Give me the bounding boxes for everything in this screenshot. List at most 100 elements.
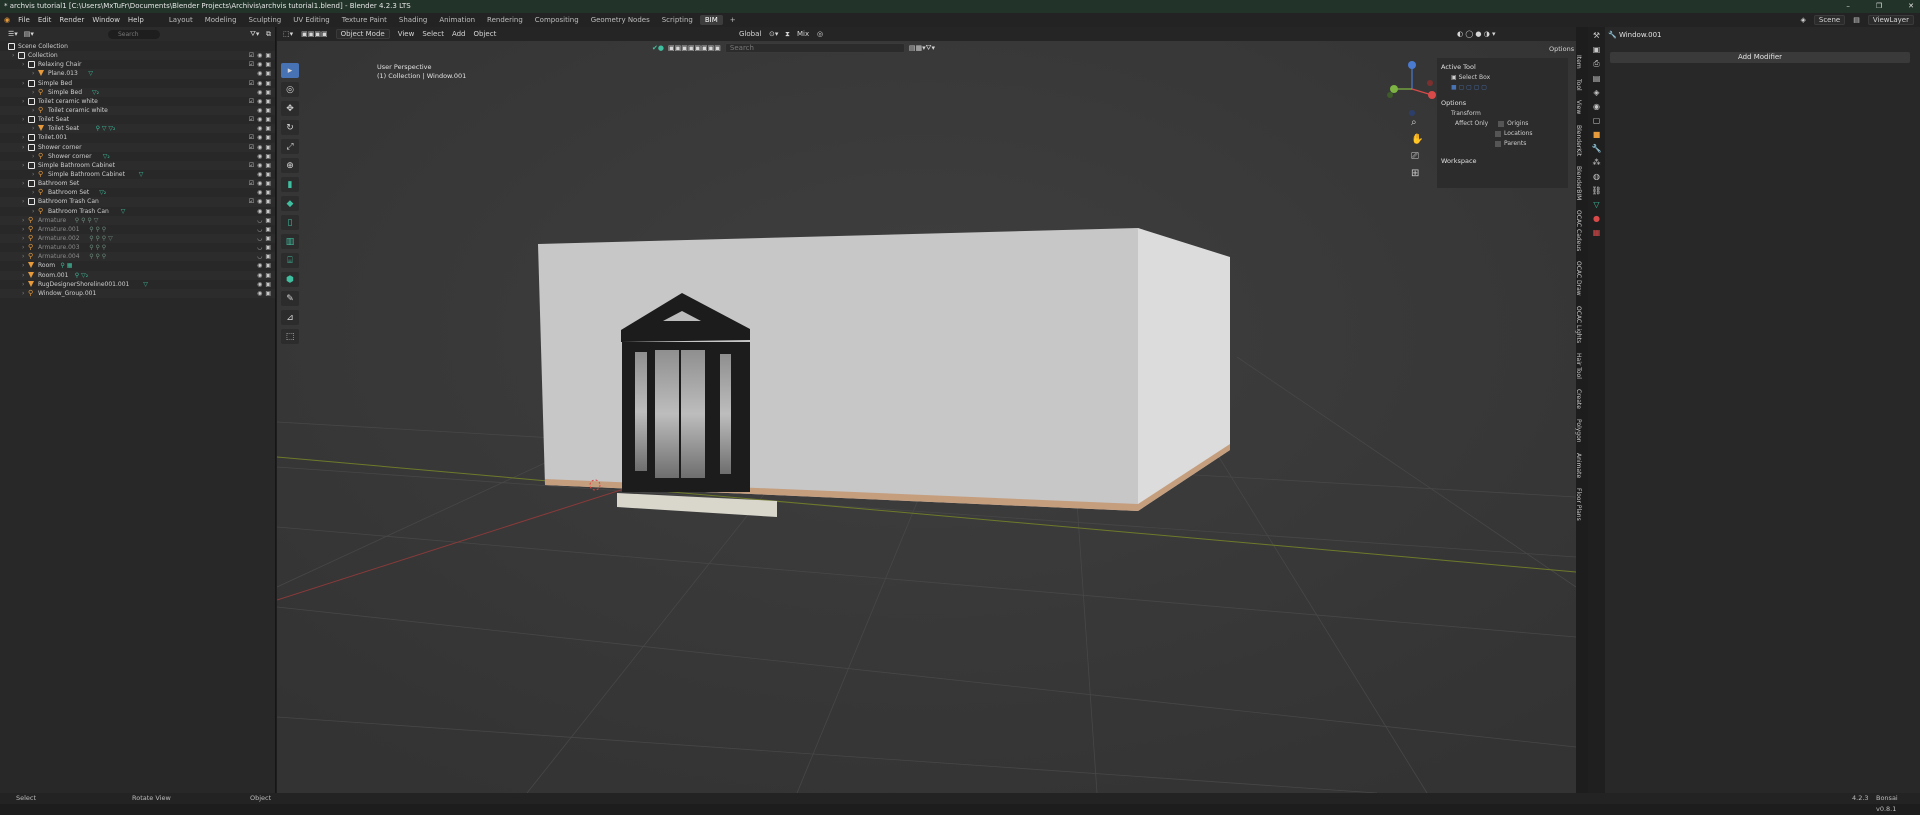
proportional-edit-icon[interactable]: ◎ — [817, 30, 823, 38]
camera-render-icon[interactable]: ▣ — [265, 179, 271, 188]
exclude-checkbox-icon[interactable]: ☑ — [249, 179, 254, 188]
eye-icon[interactable]: ◉ — [257, 179, 262, 188]
outliner-row[interactable]: › ⚲ Bathroom Trash Can ▽ ◉ ▣ — [0, 207, 275, 216]
transform-orientation-selector[interactable]: Global — [739, 30, 761, 38]
camera-render-icon[interactable]: ▣ — [265, 225, 271, 234]
tab-animation[interactable]: Animation — [434, 15, 480, 25]
eye-icon[interactable]: ◉ — [257, 143, 262, 152]
npanel-tab-ocac-lights[interactable]: OCAC Lights — [1575, 306, 1582, 343]
minimize-button[interactable]: – — [1846, 0, 1850, 13]
editor-type-icon[interactable]: ☰▾ — [8, 30, 18, 38]
shading-mode-selector[interactable]: Mix — [797, 30, 809, 38]
tab-shading[interactable]: Shading — [394, 15, 432, 25]
tab-bim[interactable]: BIM — [699, 15, 723, 25]
bim-icons[interactable]: ▣▣▣▣▣▣▣▣ — [668, 44, 721, 52]
locations-checkbox[interactable] — [1495, 130, 1501, 137]
physics-props-icon[interactable]: ◍ — [1593, 172, 1600, 181]
eye-icon[interactable]: ◉ — [257, 161, 262, 170]
menu-edit[interactable]: Edit — [38, 16, 52, 24]
menu-object[interactable]: Object — [474, 30, 497, 38]
menu-view[interactable]: View — [398, 30, 415, 38]
camera-icon[interactable]: ⎚ — [1411, 151, 1423, 162]
menu-window[interactable]: Window — [92, 16, 120, 24]
move-tool-icon[interactable]: ✥ — [281, 101, 299, 116]
camera-render-icon[interactable]: ▣ — [265, 124, 271, 133]
eye-icon[interactable]: ◉ — [257, 88, 262, 97]
eye-icon[interactable]: ◉ — [257, 271, 262, 280]
camera-render-icon[interactable]: ▣ — [265, 188, 271, 197]
camera-render-icon[interactable]: ▣ — [265, 197, 271, 206]
outliner-row[interactable]: › ⚲ Simple Bathroom Cabinet ▽ ◉ ▣ — [0, 170, 275, 179]
render-props-icon[interactable]: ▣ — [1593, 45, 1601, 54]
eye-icon[interactable]: ◡ — [257, 252, 262, 261]
outliner-row[interactable]: › Bathroom Set ☑ ◉ ▣ — [0, 179, 275, 189]
camera-render-icon[interactable]: ▣ — [265, 97, 271, 106]
outliner-row[interactable]: › ⚲ Armature.001 ⚲ ⚲ ⚲ ◡ ▣ — [0, 225, 275, 234]
viewport-shading-icons[interactable]: ◐ ◯ ● ◑ ▾ — [1457, 30, 1496, 38]
bim-stair-tool-icon[interactable]: ⌸ — [281, 253, 299, 268]
camera-render-icon[interactable]: ▣ — [265, 252, 271, 261]
menu-file[interactable]: File — [18, 16, 30, 24]
eye-icon[interactable]: ◉ — [257, 261, 262, 270]
camera-render-icon[interactable]: ▣ — [265, 271, 271, 280]
npanel-tab-item[interactable]: Item — [1575, 55, 1582, 69]
object-props-icon[interactable]: ■ — [1593, 130, 1601, 139]
view-layer-props-icon[interactable]: ▤ — [1593, 74, 1601, 83]
outliner-row[interactable]: › Bathroom Trash Can ☑ ◉ ▣ — [0, 197, 275, 207]
view-layer-selector[interactable]: ViewLayer — [1867, 15, 1914, 25]
blender-logo-icon[interactable]: ◉ — [4, 16, 10, 24]
grid-view-icon[interactable]: ⊞ — [1411, 168, 1423, 179]
eye-icon[interactable]: ◉ — [257, 97, 262, 106]
bim-wall-tool-icon[interactable]: ▮ — [281, 177, 299, 192]
maximize-button[interactable]: ❐ — [1876, 0, 1882, 13]
eye-icon[interactable]: ◉ — [257, 133, 262, 142]
collection-props-icon[interactable]: ▢ — [1593, 116, 1601, 125]
eye-icon[interactable]: ◉ — [257, 60, 262, 69]
outliner-row[interactable]: › ⚲ Bathroom Set ▽₂ ◉ ▣ — [0, 188, 275, 197]
eye-icon[interactable]: ◉ — [257, 197, 262, 206]
outliner-row[interactable]: › Toilet.001 ☑ ◉ ▣ — [0, 133, 275, 142]
tab-geometry-nodes[interactable]: Geometry Nodes — [586, 15, 655, 25]
camera-render-icon[interactable]: ▣ — [265, 133, 271, 142]
tab-layout[interactable]: Layout — [164, 15, 198, 25]
outliner-row[interactable]: › Room.001 ⚲ ▽₂ ◉ ▣ — [0, 270, 275, 280]
npanel-tab-view[interactable]: View — [1575, 100, 1582, 114]
outliner-row[interactable]: › ⚲ Toilet ceramic white ◉ ▣ — [0, 105, 275, 116]
exclude-checkbox-icon[interactable]: ☑ — [249, 133, 254, 142]
tab-compositing[interactable]: Compositing — [530, 15, 584, 25]
camera-render-icon[interactable]: ▣ — [265, 170, 271, 179]
transform-subsection[interactable]: Transform — [1451, 110, 1564, 117]
annotate-tool-icon[interactable]: ✎ — [281, 291, 299, 306]
measure-tool-icon[interactable]: ⊿ — [281, 310, 299, 325]
npanel-tab-create[interactable]: Create — [1575, 389, 1582, 409]
bim-search-input[interactable]: Search — [724, 43, 905, 53]
add-workspace-button[interactable]: + — [725, 15, 741, 25]
eye-icon[interactable]: ◉ — [257, 51, 262, 60]
camera-render-icon[interactable]: ▣ — [265, 143, 271, 152]
npanel-tab-ocac-draw[interactable]: OCAC Draw — [1575, 261, 1582, 296]
eye-icon[interactable]: ◡ — [257, 225, 262, 234]
menu-help[interactable]: Help — [128, 16, 144, 24]
texture-props-icon[interactable]: ▦ — [1593, 228, 1601, 237]
origins-checkbox[interactable] — [1498, 120, 1505, 127]
eye-icon[interactable]: ◉ — [257, 79, 262, 88]
constraints-props-icon[interactable]: ⛓ — [1591, 186, 1601, 195]
camera-render-icon[interactable]: ▣ — [265, 243, 271, 252]
camera-render-icon[interactable]: ▣ — [265, 234, 271, 243]
npanel-tab-ocac-cadeus[interactable]: OCAC Cadeus — [1575, 210, 1582, 251]
camera-render-icon[interactable]: ▣ — [265, 88, 271, 97]
scene-props-icon[interactable]: ◈ — [1593, 88, 1599, 97]
display-mode-icon[interactable]: ▤▾ — [24, 30, 34, 38]
workspace-section[interactable]: Workspace — [1441, 157, 1564, 165]
exclude-checkbox-icon[interactable]: ☑ — [249, 79, 254, 88]
bim-column-tool-icon[interactable]: ▥ — [281, 234, 299, 249]
npanel-tab-polygon[interactable]: Polygon — [1575, 419, 1582, 443]
camera-render-icon[interactable]: ▣ — [265, 51, 271, 60]
pan-icon[interactable]: ✋ — [1411, 134, 1423, 145]
eye-icon[interactable]: ◉ — [257, 124, 262, 133]
zoom-icon[interactable]: ⌕ — [1411, 117, 1423, 128]
camera-render-icon[interactable]: ▣ — [265, 106, 271, 115]
object-mode-selector[interactable]: Object Mode — [335, 29, 390, 39]
camera-render-icon[interactable]: ▣ — [265, 69, 271, 78]
tool-props-icon[interactable]: ⚒ — [1593, 31, 1600, 40]
